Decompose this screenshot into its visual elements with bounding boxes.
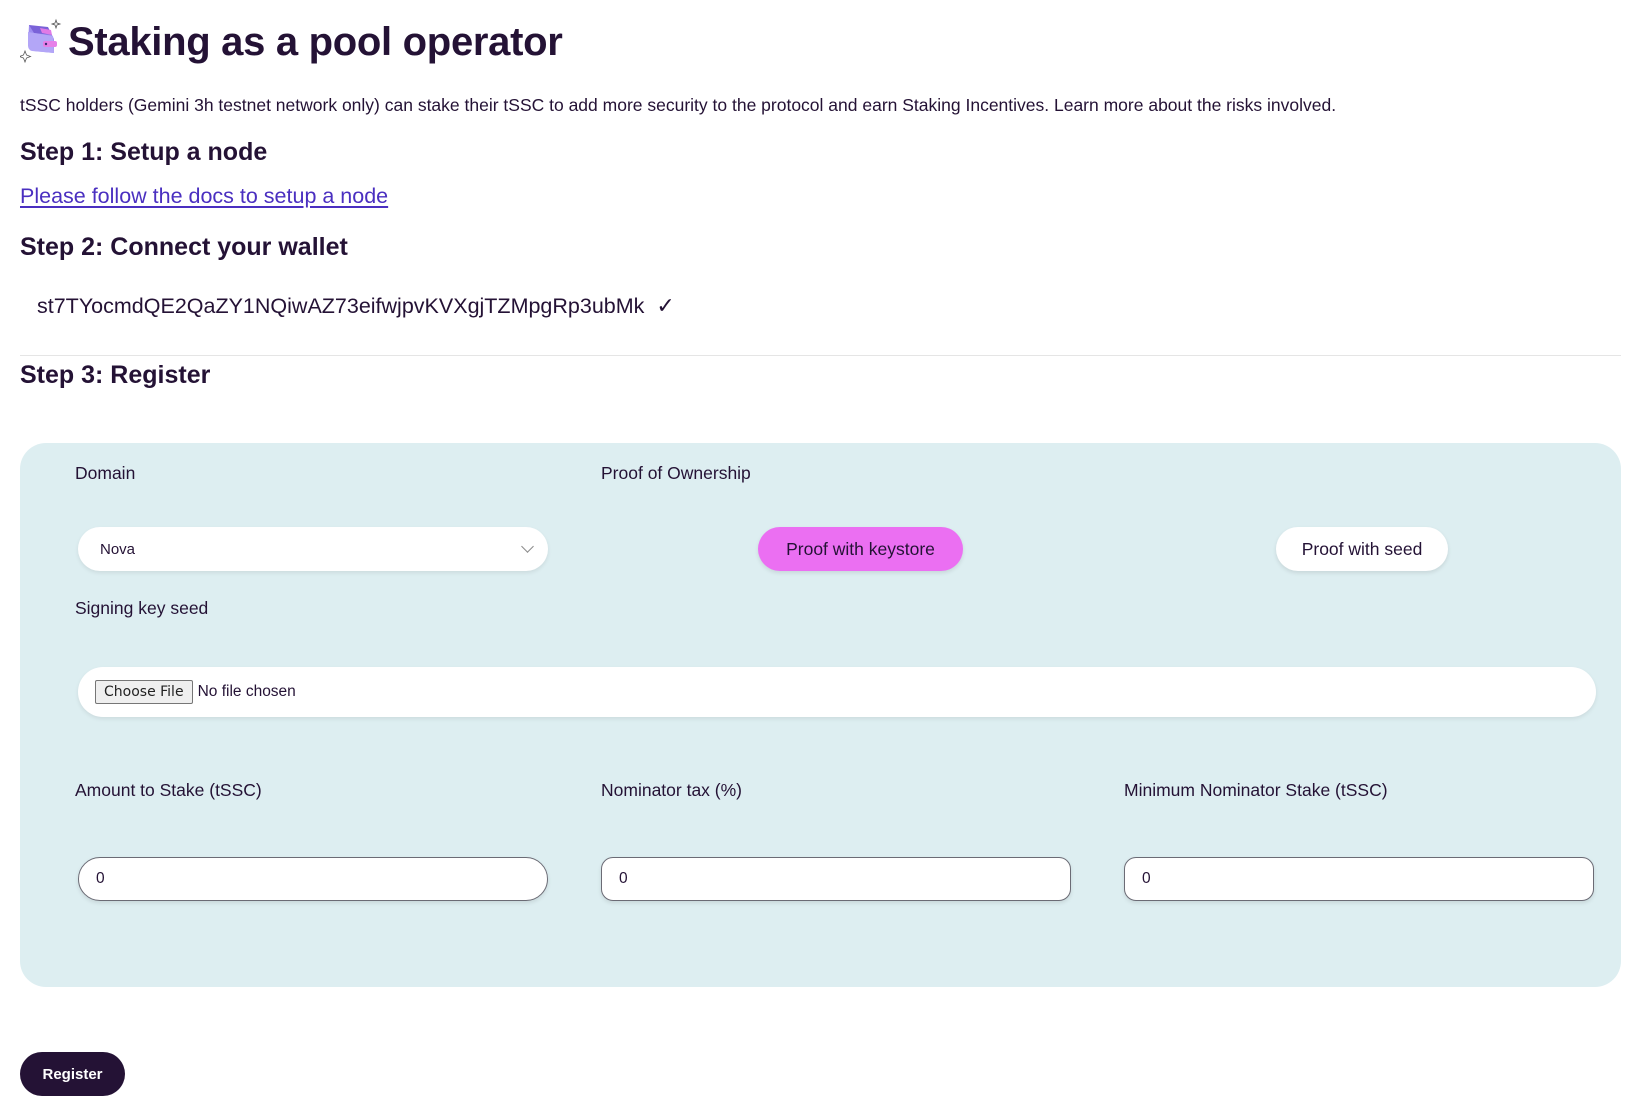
nominator-tax-input[interactable]: 0 — [601, 857, 1071, 901]
divider — [20, 355, 1621, 356]
chevron-down-icon — [521, 540, 534, 553]
wallet-address: st7TYocmdQE2QaZY1NQiwAZ73eifwjpvKVXgjTZM… — [37, 293, 645, 318]
domain-select[interactable]: Nova — [78, 527, 548, 571]
connected-wallet: st7TYocmdQE2QaZY1NQiwAZ73eifwjpvKVXgjTZM… — [37, 293, 675, 319]
proof-with-seed-button[interactable]: Proof with seed — [1276, 527, 1448, 571]
file-status: No file chosen — [197, 683, 296, 700]
domain-label: Domain — [75, 463, 136, 483]
setup-docs-link[interactable]: Please follow the docs to setup a node — [20, 184, 388, 209]
amount-to-stake-label: Amount to Stake (tSSC) — [75, 780, 262, 800]
wallet-icon — [18, 17, 66, 67]
domain-selected-value: Nova — [100, 540, 136, 558]
step1-heading: Step 1: Setup a node — [20, 138, 268, 166]
proof-of-ownership-label: Proof of Ownership — [601, 463, 751, 483]
register-form-panel: Domain Nova Proof of Ownership Proof wit… — [20, 443, 1621, 987]
step2-heading: Step 2: Connect your wallet — [20, 233, 348, 261]
intro-text: tSSC holders (Gemini 3h testnet network … — [20, 95, 1337, 115]
title-row: Staking as a pool operator — [18, 14, 563, 70]
amount-to-stake-input[interactable]: 0 — [78, 857, 548, 901]
choose-file-button[interactable]: Choose File — [95, 680, 193, 704]
signing-key-seed-label: Signing key seed — [75, 598, 209, 618]
register-button[interactable]: Register — [20, 1052, 125, 1096]
nominator-tax-label: Nominator tax (%) — [601, 780, 743, 800]
signing-key-file-input[interactable]: Choose File No file chosen — [78, 667, 1596, 717]
step3-heading: Step 3: Register — [20, 361, 211, 389]
proof-with-keystore-button[interactable]: Proof with keystore — [758, 527, 963, 571]
check-icon: ✓ — [656, 293, 675, 318]
min-nominator-stake-input[interactable]: 0 — [1124, 857, 1594, 901]
page-title: Staking as a pool operator — [68, 19, 563, 64]
min-nominator-stake-label: Minimum Nominator Stake (tSSC) — [1124, 780, 1388, 800]
